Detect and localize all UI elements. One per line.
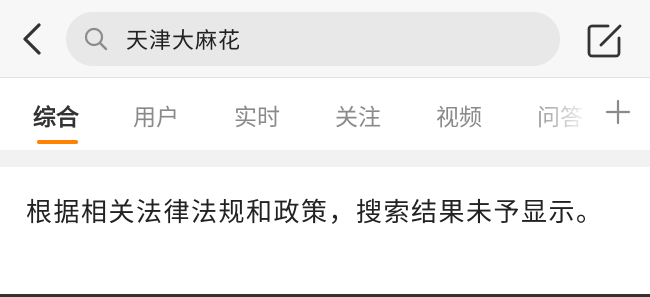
- chevron-left-icon: [23, 23, 41, 55]
- search-icon: [82, 25, 110, 53]
- tab-comprehensive[interactable]: 综合: [33, 98, 79, 132]
- tab-users[interactable]: 用户: [133, 98, 179, 132]
- tab-video[interactable]: 视频: [436, 98, 482, 132]
- compose-icon: [587, 24, 622, 58]
- search-query-text: 天津大麻花: [126, 29, 242, 54]
- active-tab-indicator: [37, 140, 78, 144]
- search-results-screen: 天津大麻花 综合 用户 实时 关注 视频 问答 根据相关法律法规和政策，搜索结果…: [0, 0, 650, 297]
- search-input[interactable]: 天津大麻花: [66, 12, 560, 66]
- add-tab-button[interactable]: [598, 92, 638, 132]
- search-blocked-notice: 根据相关法律法规和政策，搜索结果未予显示。: [26, 198, 604, 228]
- result-tabs: 综合 用户 实时 关注 视频 问答: [0, 78, 650, 150]
- tab-realtime[interactable]: 实时: [234, 98, 280, 132]
- compose-button[interactable]: [584, 19, 628, 61]
- back-button[interactable]: [10, 16, 54, 62]
- tab-following[interactable]: 关注: [335, 98, 381, 132]
- section-separator: [0, 150, 650, 167]
- search-header: 天津大麻花: [0, 0, 650, 78]
- plus-icon: [605, 99, 631, 125]
- tab-qa[interactable]: 问答: [537, 98, 583, 132]
